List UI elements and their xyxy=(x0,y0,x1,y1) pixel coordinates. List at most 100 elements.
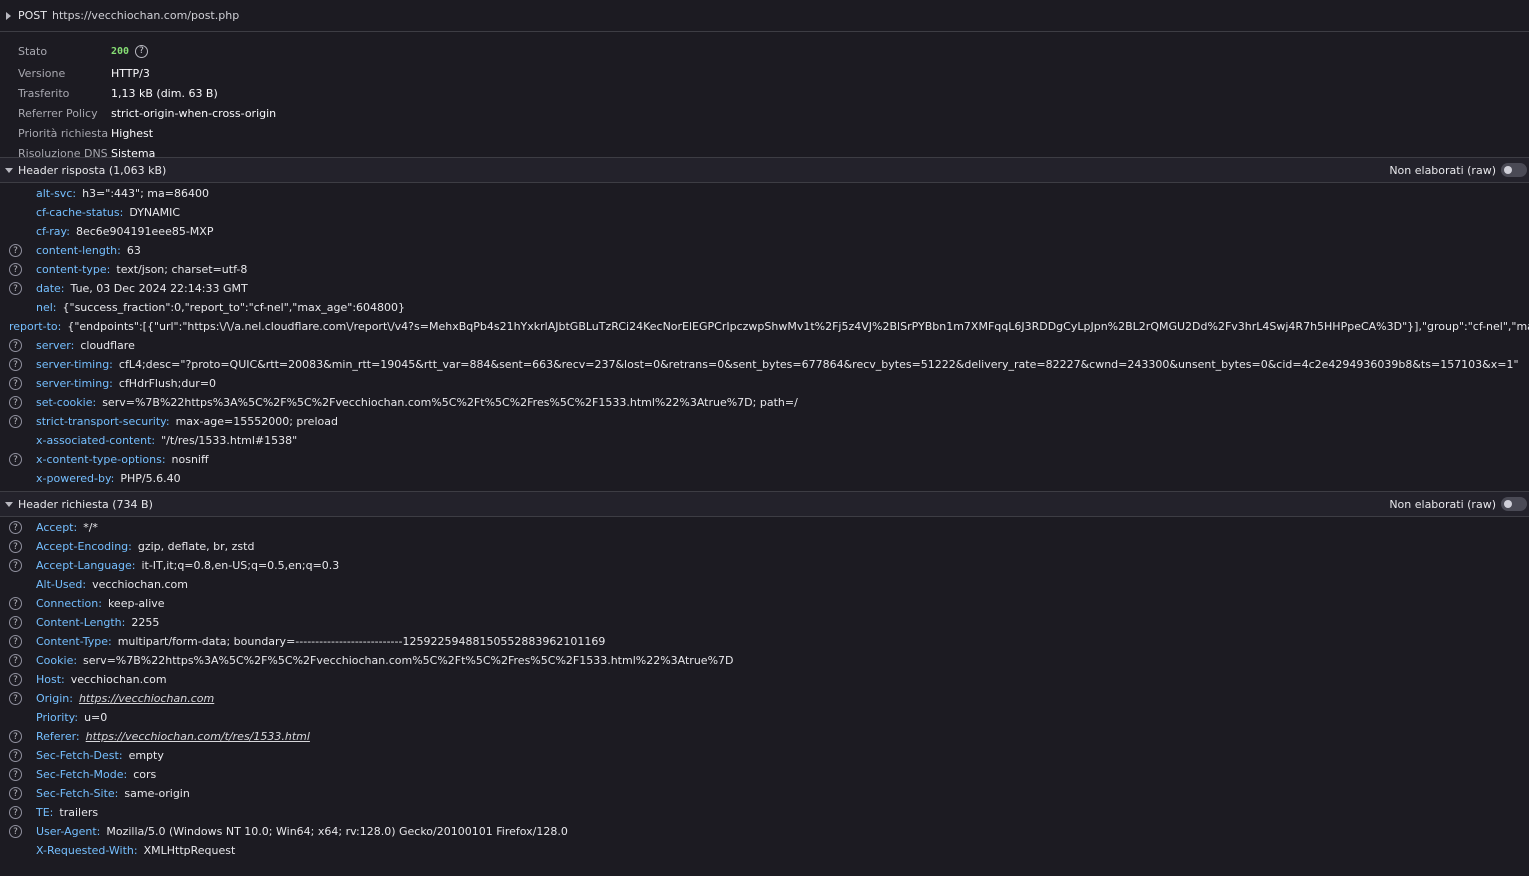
help-icon[interactable]: ? xyxy=(9,825,22,838)
header-row[interactable]: ? Connection: keep-alive xyxy=(0,594,1529,613)
help-icon[interactable]: ? xyxy=(9,358,22,371)
header-row[interactable]: x-associated-content: "/t/res/1533.html#1… xyxy=(0,431,1529,450)
header-row[interactable]: ? set-cookie: serv=%7B%22https%3A%5C%2F%5C… xyxy=(0,393,1529,412)
help-icon[interactable]: ? xyxy=(9,263,22,276)
header-row[interactable]: ? Cookie: serv=%7B%22https%3A%5C%2F%5C%2Fv… xyxy=(0,651,1529,670)
help-icon[interactable]: ? xyxy=(9,453,22,466)
help-icon[interactable]: ? xyxy=(9,339,22,352)
help-icon[interactable]: ? xyxy=(9,244,22,257)
header-name: x-associated-content: xyxy=(36,434,156,447)
help-icon[interactable]: ? xyxy=(9,806,22,819)
header-value: cfHdrFlush;dur=0 xyxy=(118,377,217,390)
header-row[interactable]: ? server-timing: cfL4;desc="?proto=QUIC&rt… xyxy=(0,355,1529,374)
header-row[interactable]: X-Requested-With: XMLHttpRequest xyxy=(0,841,1529,860)
help-slot: ? xyxy=(0,521,36,534)
priority-value: Highest xyxy=(111,126,154,140)
help-icon[interactable]: ? xyxy=(9,635,22,648)
header-value: u=0 xyxy=(84,711,108,724)
header-row[interactable]: ? User-Agent: Mozilla/5.0 (Windows NT 10.0… xyxy=(0,822,1529,841)
header-value-link[interactable]: https://vecchiochan.com/t/res/1533.html xyxy=(86,730,310,743)
response-raw-toggle[interactable] xyxy=(1501,163,1527,177)
header-value: h3=":443"; ma=86400 xyxy=(82,187,209,200)
header-row[interactable]: Priority: u=0 xyxy=(0,708,1529,727)
help-icon[interactable]: ? xyxy=(9,673,22,686)
header-row[interactable]: ? server-timing: cfHdrFlush;dur=0 xyxy=(0,374,1529,393)
help-icon[interactable]: ? xyxy=(9,654,22,667)
request-headers-section-header[interactable]: Header richiesta (734 B) Non elaborati (… xyxy=(0,492,1529,517)
header-row[interactable]: ? Origin: https://vecchiochan.com xyxy=(0,689,1529,708)
header-name: content-length: xyxy=(36,244,121,257)
request-summary-bar[interactable]: POST https://vecchiochan.com/post.php xyxy=(0,0,1529,32)
help-icon[interactable]: ? xyxy=(9,415,22,428)
header-name: server: xyxy=(36,339,75,352)
help-icon[interactable]: ? xyxy=(9,692,22,705)
header-row[interactable]: ? Sec-Fetch-Site: same-origin xyxy=(0,784,1529,803)
header-row[interactable]: nel: {"success_fraction":0,"report_to":"c… xyxy=(0,298,1529,317)
header-name: server-timing: xyxy=(36,358,113,371)
request-raw-toggle[interactable] xyxy=(1501,497,1527,511)
header-row[interactable]: ? Sec-Fetch-Dest: empty xyxy=(0,746,1529,765)
header-row[interactable]: ? date: Tue, 03 Dec 2024 22:14:33 GMT xyxy=(0,279,1529,298)
help-icon[interactable]: ? xyxy=(9,616,22,629)
help-icon[interactable]: ? xyxy=(9,787,22,800)
help-icon[interactable]: ? xyxy=(9,396,22,409)
help-icon[interactable]: ? xyxy=(9,377,22,390)
header-name: set-cookie: xyxy=(36,396,97,409)
status-row: Stato 200 ? xyxy=(0,39,1529,63)
header-row[interactable]: x-powered-by: PHP/5.6.40 xyxy=(0,469,1529,488)
request-summary: Stato 200 ? Versione HTTP/3 Trasferito 1… xyxy=(0,32,1529,160)
expand-triangle-icon[interactable] xyxy=(6,11,11,20)
header-row[interactable]: ? server: cloudflare xyxy=(0,336,1529,355)
request-url[interactable]: https://vecchiochan.com/post.php xyxy=(52,9,239,22)
help-slot: ? xyxy=(0,635,36,648)
header-value-link[interactable]: https://vecchiochan.com xyxy=(79,692,214,705)
header-row[interactable]: alt-svc: h3=":443"; ma=86400 xyxy=(0,184,1529,203)
help-icon[interactable]: ? xyxy=(9,749,22,762)
help-slot: ? xyxy=(0,787,36,800)
header-value: serv=%7B%22https%3A%5C%2F%5C%2Fvecchioch… xyxy=(83,654,734,667)
help-icon[interactable]: ? xyxy=(9,730,22,743)
header-row[interactable]: ? Accept-Encoding: gzip, deflate, br, zstd xyxy=(0,537,1529,556)
header-value: DYNAMIC xyxy=(129,206,181,219)
help-icon[interactable]: ? xyxy=(9,540,22,553)
header-row[interactable]: Alt-Used: vecchiochan.com xyxy=(0,575,1529,594)
request-headers-title: Header richiesta (734 B) xyxy=(18,497,153,511)
header-row[interactable]: ? content-length: 63 xyxy=(0,241,1529,260)
header-row[interactable]: ? Referer: https://vecchiochan.com/t/res/1… xyxy=(0,727,1529,746)
response-headers-section-header[interactable]: Header risposta (1,063 kB) Non elaborati… xyxy=(0,158,1529,183)
header-value: trailers xyxy=(59,806,99,819)
help-icon[interactable]: ? xyxy=(9,282,22,295)
help-icon[interactable]: ? xyxy=(9,521,22,534)
dns-label: Risoluzione DNS xyxy=(18,146,108,160)
header-row[interactable]: ? content-type: text/json; charset=utf-8 xyxy=(0,260,1529,279)
status-help-icon[interactable]: ? xyxy=(135,44,149,58)
header-name: Content-Length: xyxy=(36,616,126,629)
header-row[interactable]: ? Host: vecchiochan.com xyxy=(0,670,1529,689)
header-row[interactable]: ? Sec-Fetch-Mode: cors xyxy=(0,765,1529,784)
header-row[interactable]: ? Accept: */* xyxy=(0,518,1529,537)
help-slot: ? xyxy=(0,749,36,762)
header-row[interactable]: ? Content-Length: 2255 xyxy=(0,613,1529,632)
header-row[interactable]: cf-cache-status: DYNAMIC xyxy=(0,203,1529,222)
request-raw-label: Non elaborati (raw) xyxy=(1389,497,1496,511)
help-icon[interactable]: ? xyxy=(9,597,22,610)
header-row[interactable]: ? Accept-Language: it-IT,it;q=0.8,en-US;q=… xyxy=(0,556,1529,575)
version-label: Versione xyxy=(18,66,66,80)
help-icon[interactable]: ? xyxy=(9,768,22,781)
help-slot: ? xyxy=(0,673,36,686)
header-row[interactable]: ? TE: trailers xyxy=(0,803,1529,822)
help-slot: ? xyxy=(0,654,36,667)
help-slot: ? xyxy=(0,559,36,572)
collapse-triangle-icon[interactable] xyxy=(5,501,13,507)
header-row[interactable]: ? strict-transport-security: max-age=15552… xyxy=(0,412,1529,431)
help-icon[interactable]: ? xyxy=(9,559,22,572)
header-row[interactable]: report-to: {"endpoints":[{"url":"https:\/… xyxy=(0,317,1529,336)
help-slot: ? xyxy=(0,540,36,553)
help-slot: ? xyxy=(0,358,36,371)
header-row[interactable]: ? x-content-type-options: nosniff xyxy=(0,450,1529,469)
header-row[interactable]: ? Content-Type: multipart/form-data; bound… xyxy=(0,632,1529,651)
header-name: Sec-Fetch-Dest: xyxy=(36,749,123,762)
collapse-triangle-icon[interactable] xyxy=(5,167,13,173)
referrer-policy-label: Referrer Policy xyxy=(18,106,98,120)
header-row[interactable]: cf-ray: 8ec6e904191eee85-MXP xyxy=(0,222,1529,241)
